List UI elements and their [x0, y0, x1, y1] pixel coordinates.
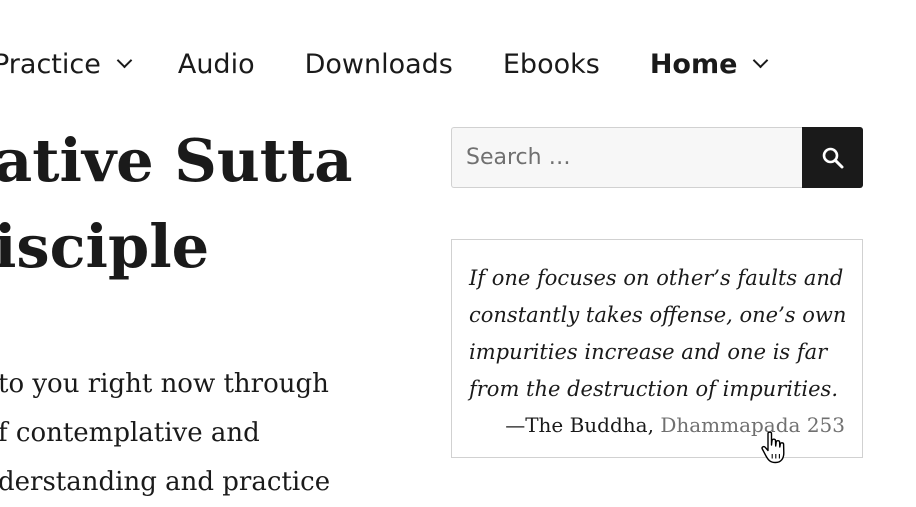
search-input[interactable] [451, 127, 802, 188]
intro-paragraph: to you right now through f contemplative… [0, 360, 330, 507]
main-navigation: Practice Audio Downloads Ebooks Home [0, 44, 769, 84]
nav-item-label: Home [649, 48, 738, 80]
nav-item-practice[interactable]: Practice [0, 48, 133, 80]
nav-item-home[interactable]: Home [649, 48, 769, 80]
page-title-line: ative Sutta [0, 126, 353, 195]
nav-item-label: Audio [177, 48, 255, 80]
quote-line: from the destruction of impurities. [469, 377, 838, 401]
paragraph-line: derstanding and practice [0, 467, 331, 497]
chevron-down-icon[interactable] [753, 52, 769, 68]
paragraph-line: to you right now through [0, 369, 329, 399]
nav-item-label: Practice [0, 48, 101, 80]
quote-line: constantly takes offense, one’s own [469, 303, 847, 327]
search-form [451, 127, 863, 188]
quote-widget: If one focuses on other’s faults and con… [451, 239, 863, 458]
nav-item-audio[interactable]: Audio [178, 49, 255, 80]
paragraph-line: f contemplative and [0, 418, 260, 448]
page-title: ative Sutta isciple [0, 118, 353, 290]
quote-line: impurities increase and one is far [469, 340, 828, 364]
nav-item-label: Downloads [304, 48, 453, 80]
quote-line: If one focuses on other’s faults and [469, 266, 844, 290]
attribution-text: —The Buddha, [505, 413, 661, 437]
search-icon [822, 147, 843, 168]
quote-text: If one focuses on other’s faults and con… [469, 260, 847, 408]
dhammapada-link[interactable]: Dhammapada 253 [660, 413, 845, 437]
chevron-down-icon[interactable] [116, 52, 133, 68]
quote-attribution: —The Buddha, Dhammapada 253 [469, 408, 845, 442]
nav-item-ebooks[interactable]: Ebooks [503, 49, 600, 80]
page-title-line: isciple [0, 212, 210, 281]
hand-pointer-cursor-icon [761, 431, 785, 464]
search-button[interactable] [802, 127, 863, 188]
nav-item-downloads[interactable]: Downloads [305, 49, 453, 80]
nav-item-label: Ebooks [502, 48, 600, 80]
